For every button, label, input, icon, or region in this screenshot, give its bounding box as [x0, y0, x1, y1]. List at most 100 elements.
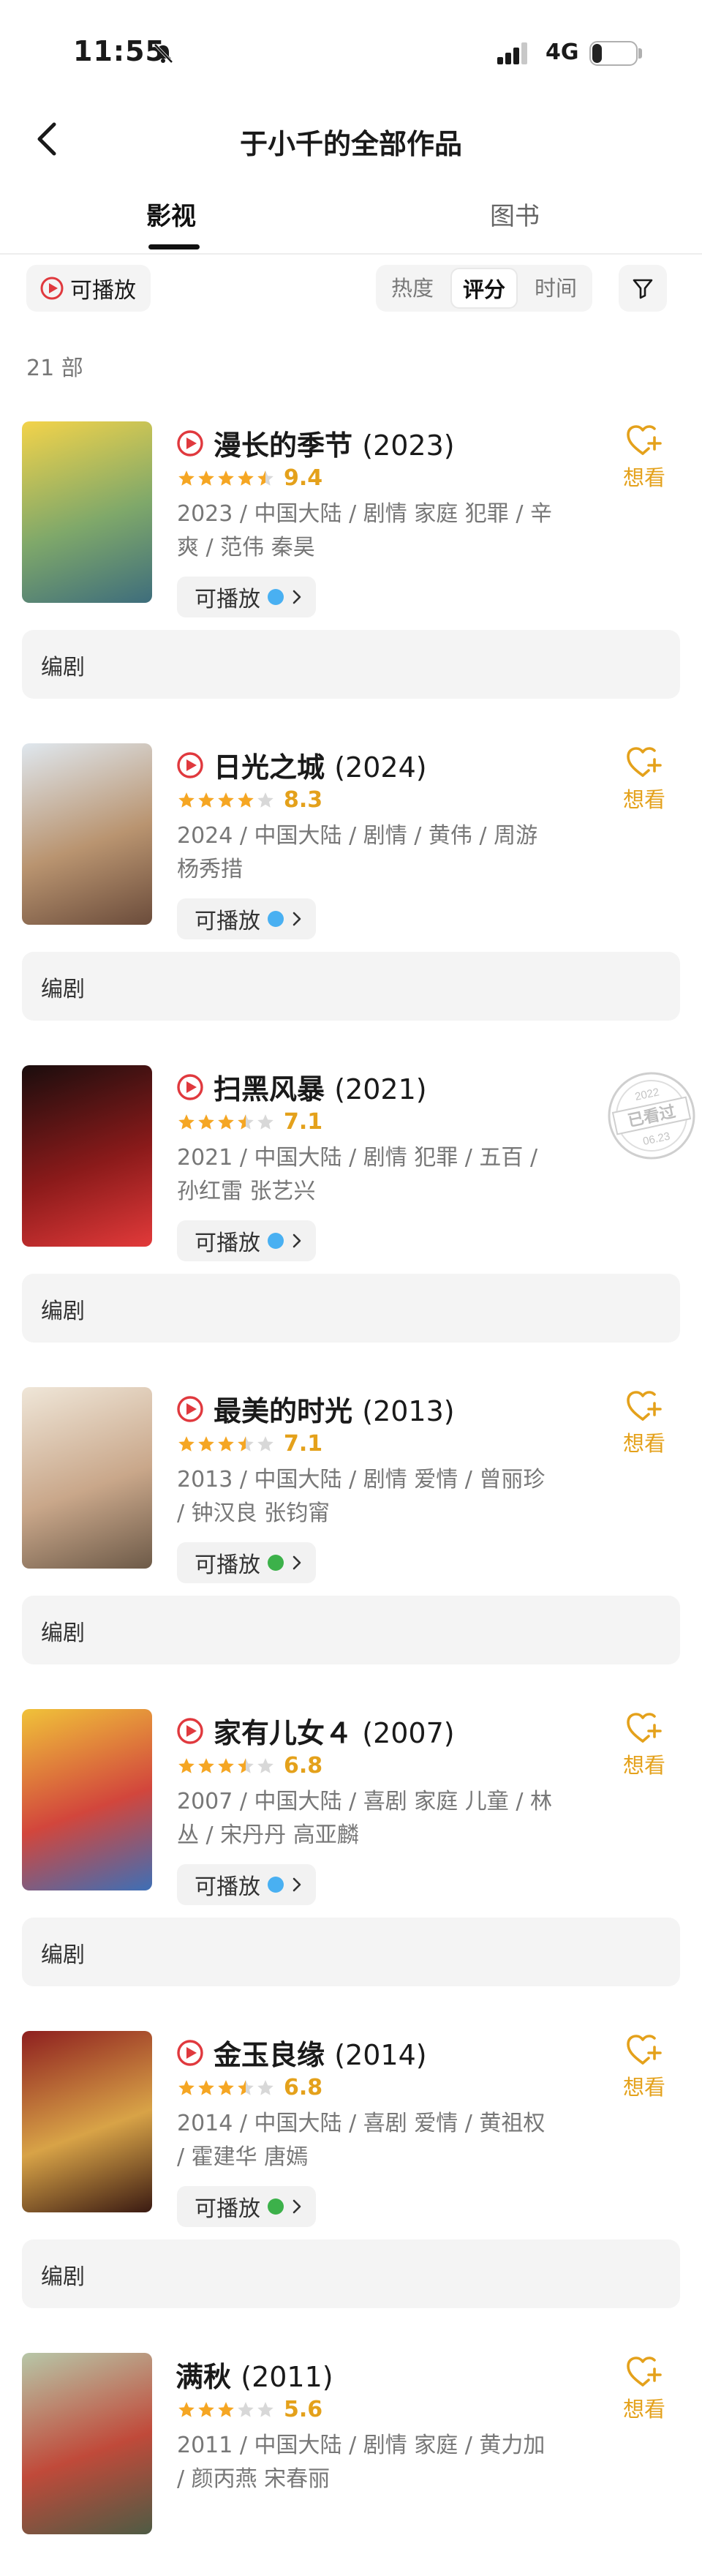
- role-label: 编剧: [41, 1299, 85, 1324]
- work-item[interactable]: 漫长的季节 (2023) 9.4 2023 / 中国大陆 / 剧情 家庭 犯罪 / …: [0, 421, 702, 714]
- role-bar: 编剧: [22, 2239, 680, 2308]
- heart-plus-icon: [627, 425, 662, 455]
- video-source-icon: [268, 589, 284, 605]
- star-icon: [218, 470, 234, 486]
- poster-image[interactable]: [22, 2353, 152, 2534]
- work-title[interactable]: 满秋 (2011): [176, 2354, 333, 2395]
- playable-filter-button[interactable]: 可播放: [26, 265, 151, 312]
- playable-button[interactable]: 可播放: [177, 577, 316, 617]
- work-title[interactable]: 金玉良缘 (2014): [214, 2032, 427, 2073]
- want-to-watch-button[interactable]: 想看: [611, 2354, 677, 2423]
- want-to-watch-button[interactable]: 想看: [611, 423, 677, 492]
- page-title: 于小千的全部作品: [239, 128, 462, 160]
- network-type: 4G: [546, 40, 579, 65]
- tab-film[interactable]: 影视: [146, 196, 196, 232]
- rating-score: 6.8: [284, 1753, 323, 1779]
- heart-plus-icon: [627, 2035, 662, 2065]
- chevron-right-icon: [292, 912, 301, 926]
- poster-image[interactable]: [22, 743, 152, 925]
- star-icon: [178, 1435, 195, 1452]
- work-title[interactable]: 家有儿女４ (2007): [214, 1711, 455, 1751]
- title-row: 金玉良缘 (2014): [176, 2032, 427, 2073]
- star-rating: [177, 469, 275, 488]
- filter-button[interactable]: [619, 265, 667, 312]
- work-title[interactable]: 漫长的季节 (2023): [214, 423, 455, 463]
- work-meta: 2023 / 中国大陆 / 剧情 家庭 犯罪 / 辛爽 / 范伟 秦昊: [177, 501, 552, 560]
- playable-button[interactable]: 可播放: [177, 1542, 316, 1583]
- want-to-watch-button[interactable]: 想看: [611, 745, 677, 814]
- playable-label: 可播放: [195, 587, 260, 612]
- poster-image[interactable]: [22, 421, 152, 603]
- work-item[interactable]: 日光之城 (2024) 8.3 2024 / 中国大陆 / 剧情 / 黄伟 / 周游…: [0, 743, 702, 1036]
- work-item[interactable]: 扫黑风暴 (2021) 7.1 2021 / 中国大陆 / 剧情 犯罪 / 五百 /…: [0, 1065, 702, 1358]
- work-item[interactable]: 最美的时光 (2013) 7.1 2013 / 中国大陆 / 剧情 爱情 / 曾丽珍…: [0, 1387, 702, 1680]
- signal-icon: [497, 42, 527, 64]
- playable-button[interactable]: 可播放: [177, 898, 316, 939]
- star-icon: [198, 2079, 214, 2095]
- work-title[interactable]: 日光之城 (2024): [214, 745, 427, 785]
- star-icon: [178, 470, 195, 486]
- star-icon: [257, 1435, 273, 1452]
- star-icon: [238, 2401, 254, 2417]
- playable-label: 可播放: [195, 909, 260, 934]
- sort-option-popularity[interactable]: 热度: [379, 265, 446, 312]
- tab-bar: 影视 图书: [0, 189, 702, 255]
- sort-selector: 热度 评分 时间: [376, 265, 592, 312]
- playable-button[interactable]: 可播放: [177, 1864, 316, 1905]
- battery-icon: 22: [589, 41, 638, 66]
- title-row: 家有儿女４ (2007): [176, 1711, 455, 1751]
- work-item[interactable]: 家有儿女４ (2007) 6.8 2007 / 中国大陆 / 喜剧 家庭 儿童 / …: [0, 1709, 702, 2002]
- work-meta: 2014 / 中国大陆 / 喜剧 爱情 / 黄祖权 / 霍建华 唐嫣: [177, 2111, 546, 2170]
- poster-image[interactable]: [22, 1065, 152, 1247]
- star-rating: [177, 1435, 275, 1454]
- heart-plus-icon: [627, 1391, 662, 1421]
- star-icon: [238, 1757, 254, 1773]
- poster-image[interactable]: [22, 1709, 152, 1890]
- star-icon: [238, 2079, 254, 2095]
- work-title-name: 家有儿女４: [214, 1717, 353, 1749]
- sort-option-rating[interactable]: 评分: [450, 268, 518, 309]
- playable-button[interactable]: 可播放: [177, 1220, 316, 1261]
- work-title[interactable]: 扫黑风暴 (2021): [214, 1067, 427, 1107]
- star-icon: [218, 1757, 234, 1773]
- want-to-watch-button[interactable]: 想看: [611, 2032, 677, 2101]
- sort-option-time[interactable]: 时间: [522, 265, 589, 312]
- star-rating: [177, 2400, 275, 2419]
- role-bar: 编剧: [22, 1918, 680, 1986]
- rating-score: 9.4: [284, 465, 323, 491]
- poster-image[interactable]: [22, 1387, 152, 1569]
- work-title[interactable]: 最美的时光 (2013): [214, 1389, 455, 1429]
- work-item[interactable]: 满秋 (2011) 5.6 2011 / 中国大陆 / 剧情 家庭 / 黄力加 / …: [0, 2353, 702, 2576]
- title-row: 满秋 (2011): [176, 2354, 333, 2395]
- play-circle-icon: [177, 1717, 203, 1744]
- bell-slash-icon: [154, 43, 173, 64]
- want-to-watch-button[interactable]: 想看: [611, 1711, 677, 1779]
- role-bar: 编剧: [22, 952, 680, 1021]
- rating-score: 8.3: [284, 787, 323, 813]
- want-to-watch-label: 想看: [622, 2397, 665, 2422]
- role-label: 编剧: [41, 655, 85, 680]
- want-to-watch-label: 想看: [622, 1753, 665, 1778]
- work-meta: 2007 / 中国大陆 / 喜剧 家庭 儿童 / 林丛 / 宋丹丹 高亚麟: [177, 1789, 552, 1848]
- work-item[interactable]: 金玉良缘 (2014) 6.8 2014 / 中国大陆 / 喜剧 爱情 / 黄祖权 …: [0, 2031, 702, 2324]
- rating-row: 5.6: [177, 2397, 322, 2422]
- tab-books[interactable]: 图书: [490, 196, 540, 232]
- rating-row: 9.4: [177, 465, 322, 491]
- work-meta: 2024 / 中国大陆 / 剧情 / 黄伟 / 周游 杨秀措: [177, 823, 538, 882]
- video-source-icon: [268, 911, 284, 927]
- poster-image[interactable]: [22, 2031, 152, 2212]
- star-icon: [178, 2079, 195, 2095]
- role-label: 编剧: [41, 1621, 85, 1646]
- want-to-watch-button[interactable]: 想看: [611, 1389, 677, 1457]
- rating-score: 6.8: [284, 2075, 323, 2100]
- star-icon: [178, 792, 195, 808]
- work-title-name: 日光之城: [214, 751, 325, 784]
- star-icon: [218, 1435, 234, 1452]
- work-count: 21 部: [26, 356, 83, 381]
- star-icon: [238, 792, 254, 808]
- rating-row: 8.3: [177, 787, 322, 813]
- heart-plus-icon: [627, 747, 662, 777]
- want-to-watch-label: 想看: [622, 2075, 665, 2100]
- playable-button[interactable]: 可播放: [177, 2186, 316, 2227]
- star-icon: [218, 2079, 234, 2095]
